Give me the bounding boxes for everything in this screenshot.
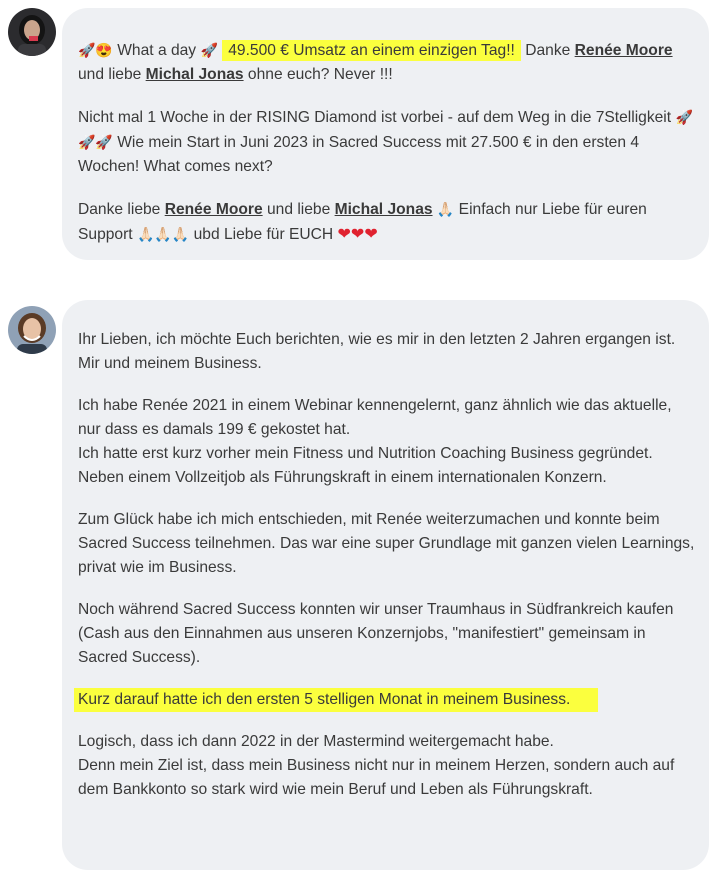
comment-paragraph: Logisch, dass ich dann 2022 in der Maste… [78,730,695,802]
mention-michal-jonas[interactable]: Michal Jonas [146,66,244,83]
text: Wie mein Start in Juni 2023 in Sacred Su… [78,134,640,175]
praying-hands-icon: 🙏🏻🙏🏻🙏🏻 [136,226,190,242]
heart-icon: ❤❤❤ [337,226,378,243]
text: Ich habe Renée 2021 in einem Webinar ken… [78,397,672,438]
text: What a day [117,42,197,59]
avatar[interactable] [8,306,56,354]
text: und liebe [266,201,331,218]
mention-renee-moore[interactable]: Renée Moore [575,42,673,59]
rocket-icon: 🚀 [200,42,218,58]
highlighted-text: Kurz darauf hatte ich den ersten 5 stell… [74,688,599,712]
comment-paragraph: Ihr Lieben, ich möchte Euch berichten, w… [78,331,676,372]
comment-paragraph: Danke liebe Renée Moore und liebe Michal… [78,197,695,247]
comment-bubble: Ihr Lieben, ich möchte Euch berichten, w… [62,300,709,870]
text: ubd Liebe für EUCH [193,226,334,243]
comment-paragraph: Nicht mal 1 Woche in der RISING Diamond … [78,105,695,179]
text: Logisch, dass ich dann 2022 in der Maste… [78,733,554,750]
highlighted-text: 49.500 € Umsatz an einem einzigen Tag!! [222,40,521,61]
comment-paragraph: Noch während Sacred Success konnten wir … [78,601,674,666]
comment-paragraph: 🚀😍 What a day 🚀 49.500 € Umsatz an einem… [78,38,695,87]
text: ohne euch? Never !!! [247,66,393,83]
comment-paragraph: Zum Glück habe ich mich entschieden, mit… [78,511,695,576]
text: und liebe [78,66,142,83]
comment-bubble: 🚀😍 What a day 🚀 49.500 € Umsatz an einem… [62,8,709,260]
mention-renee-moore[interactable]: Renée Moore [165,201,263,218]
text: Danke liebe [78,201,161,218]
emoji-rocket-heart-eyes: 🚀😍 [78,42,113,58]
text: Denn mein Ziel ist, dass mein Business n… [78,757,675,798]
comment-paragraph: Kurz darauf hatte ich den ersten 5 stell… [74,688,695,712]
avatar[interactable] [8,8,56,56]
text: Nicht mal 1 Woche in der RISING Diamond … [78,109,672,126]
text: Danke [525,42,571,59]
text: Ich hatte erst kurz vorher mein Fitness … [78,445,653,486]
comment-paragraph: Ich habe Renée 2021 in einem Webinar ken… [78,394,695,490]
mention-michal-jonas[interactable]: Michal Jonas [335,201,433,218]
praying-hands-icon: 🙏🏻 [436,201,455,217]
